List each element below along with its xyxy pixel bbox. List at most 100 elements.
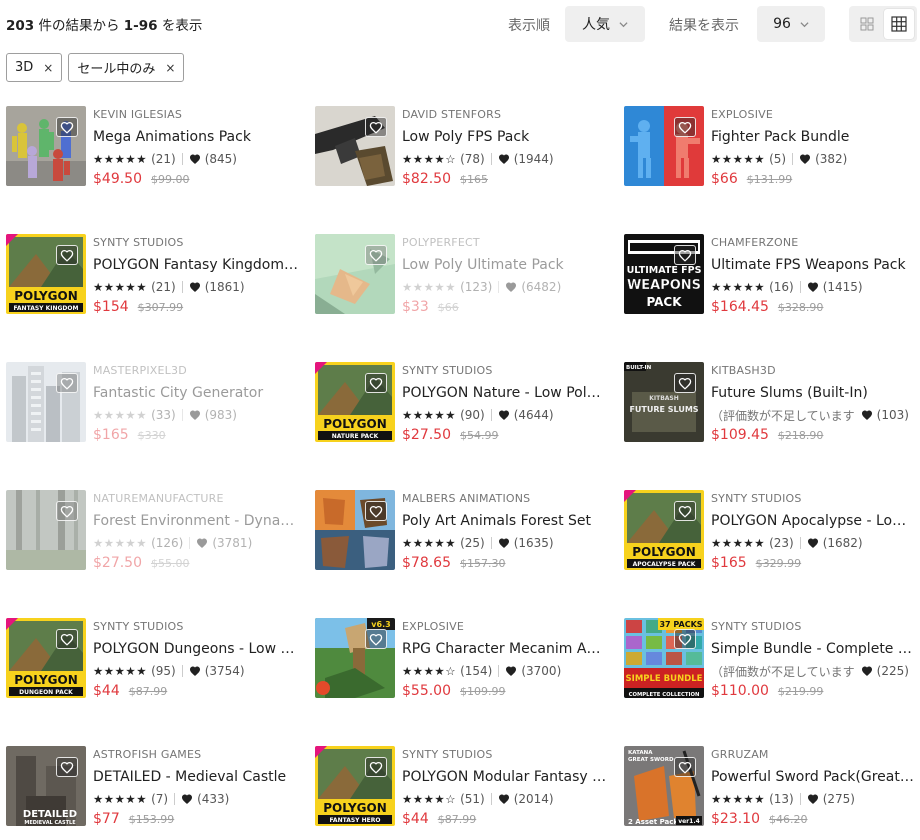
product-card[interactable]: ULTIMATE FPS WEAPONS PACK CHAMFERZONE Ul… <box>618 228 918 328</box>
publisher-name[interactable]: MALBERS ANIMATIONS <box>402 492 607 506</box>
publisher-name[interactable]: SYNTY STUDIOS <box>93 236 298 250</box>
product-card[interactable]: POLYPERFECT Low Poly Ultimate Pack ★★★★★… <box>309 228 609 328</box>
product-thumbnail[interactable]: POLYGON DUNGEON PACK <box>6 618 86 698</box>
product-card[interactable]: MASTERPIXEL3D Fantastic City Generator ★… <box>0 356 300 456</box>
favorite-button[interactable] <box>674 757 696 777</box>
product-card[interactable]: DETAILED MEDIEVAL CASTLE ASTROFISH GAMES… <box>0 740 300 840</box>
product-title[interactable]: Ultimate FPS Weapons Pack <box>711 257 916 275</box>
favorite-button[interactable] <box>365 757 387 777</box>
publisher-name[interactable]: SYNTY STUDIOS <box>711 620 916 634</box>
product-title[interactable]: POLYGON Apocalypse - Low Poly 3D Art by … <box>711 513 916 531</box>
product-card[interactable]: 37 PACKS SIMPLE BUNDLE COMPLETE COLLECTI… <box>618 612 918 712</box>
product-title[interactable]: Simple Bundle - Complete Collection <box>711 641 916 659</box>
publisher-name[interactable]: SYNTY STUDIOS <box>402 748 607 762</box>
product-thumbnail[interactable]: POLYGON NATURE PACK <box>315 362 395 442</box>
favorite-button[interactable] <box>674 373 696 393</box>
close-icon[interactable]: × <box>165 61 175 75</box>
product-title[interactable]: POLYGON Modular Fantasy Hero Characters <box>402 769 607 787</box>
publisher-name[interactable]: ASTROFISH GAMES <box>93 748 298 762</box>
per-page-dropdown[interactable]: 96 <box>757 6 825 42</box>
product-title[interactable]: Mega Animations Pack <box>93 129 298 147</box>
product-card[interactable]: KEVIN IGLESIAS Mega Animations Pack ★★★★… <box>0 100 300 200</box>
publisher-name[interactable]: CHAMFERZONE <box>711 236 916 250</box>
favorite-button[interactable] <box>674 629 696 649</box>
filter-chip-3d[interactable]: 3D × <box>6 53 63 82</box>
product-title[interactable]: POLYGON Dungeons - Low Poly 3D Art by Sy… <box>93 641 298 659</box>
product-thumbnail[interactable]: 37 PACKS SIMPLE BUNDLE COMPLETE COLLECTI… <box>624 618 704 698</box>
product-thumbnail[interactable]: POLYGON FANTASY KINGDOM <box>6 234 86 314</box>
publisher-name[interactable]: DAVID STENFORS <box>402 108 607 122</box>
favorite-button[interactable] <box>674 501 696 521</box>
favorite-button[interactable] <box>56 117 78 137</box>
publisher-name[interactable]: EXPLOSIVE <box>711 108 916 122</box>
product-thumbnail[interactable]: DETAILED MEDIEVAL CASTLE <box>6 746 86 826</box>
product-card[interactable]: POLYGON FANTASY HERO SYNTY STUDIOS POLYG… <box>309 740 609 840</box>
product-thumbnail[interactable]: KATANA GREAT SWORD 2 Asset Pack ver1.4 <box>624 746 704 826</box>
product-title[interactable]: Future Slums (Built-In) <box>711 385 916 403</box>
filter-chip-on-sale[interactable]: セール中のみ × <box>68 53 185 82</box>
product-title[interactable]: Low Poly Ultimate Pack <box>402 257 607 275</box>
publisher-name[interactable]: KEVIN IGLESIAS <box>93 108 298 122</box>
product-card[interactable]: POLYGON DUNGEON PACK SYNTY STUDIOS POLYG… <box>0 612 300 712</box>
close-icon[interactable]: × <box>43 61 53 75</box>
product-title[interactable]: Powerful Sword Pack(Great Sword) <box>711 769 916 787</box>
list-view-button[interactable] <box>884 9 914 39</box>
publisher-name[interactable]: NATUREMANUFACTURE <box>93 492 298 506</box>
product-info: CHAMFERZONE Ultimate FPS Weapons Pack ★★… <box>711 236 916 317</box>
product-thumbnail[interactable]: ULTIMATE FPS WEAPONS PACK <box>624 234 704 314</box>
product-thumbnail[interactable] <box>6 106 86 186</box>
favorite-button[interactable] <box>365 245 387 265</box>
product-thumbnail[interactable] <box>6 490 86 570</box>
favorite-button[interactable] <box>56 245 78 265</box>
publisher-name[interactable]: EXPLOSIVE <box>402 620 607 634</box>
favorite-count: (1635) <box>513 536 554 550</box>
product-title[interactable]: RPG Character Mecanim Animation Pack <box>402 641 607 659</box>
product-title[interactable]: Fighter Pack Bundle <box>711 129 916 147</box>
product-card[interactable]: MALBERS ANIMATIONS Poly Art Animals Fore… <box>309 484 609 584</box>
publisher-name[interactable]: SYNTY STUDIOS <box>711 492 916 506</box>
product-title[interactable]: POLYGON Fantasy Kingdom - Low Poly 3D Ar… <box>93 257 298 275</box>
publisher-name[interactable]: GRRUZAM <box>711 748 916 762</box>
favorite-button[interactable] <box>674 117 696 137</box>
product-thumbnail[interactable]: POLYGON APOCALYPSE PACK <box>624 490 704 570</box>
product-title[interactable]: DETAILED - Medieval Castle <box>93 769 298 787</box>
publisher-name[interactable]: SYNTY STUDIOS <box>402 364 607 378</box>
product-card[interactable]: EXPLOSIVE Fighter Pack Bundle ★★★★★ (5) … <box>618 100 918 200</box>
product-card[interactable]: DAVID STENFORS Low Poly FPS Pack ★★★★☆ (… <box>309 100 609 200</box>
grid-view-button[interactable] <box>852 9 882 39</box>
product-thumbnail[interactable] <box>315 234 395 314</box>
favorite-button[interactable] <box>56 373 78 393</box>
publisher-name[interactable]: MASTERPIXEL3D <box>93 364 298 378</box>
product-card[interactable]: v6.3 EXPLOSIVE RPG Character Mecanim Ani… <box>309 612 609 712</box>
favorite-button[interactable] <box>365 373 387 393</box>
favorite-button[interactable] <box>674 245 696 265</box>
publisher-name[interactable]: KITBASH3D <box>711 364 916 378</box>
favorite-button[interactable] <box>365 501 387 521</box>
product-card[interactable]: POLYGON FANTASY KINGDOM SYNTY STUDIOS PO… <box>0 228 300 328</box>
product-card[interactable]: NATUREMANUFACTURE Forest Environment - D… <box>0 484 300 584</box>
product-thumbnail[interactable] <box>6 362 86 442</box>
favorite-button[interactable] <box>56 629 78 649</box>
product-title[interactable]: Poly Art Animals Forest Set <box>402 513 607 531</box>
product-title[interactable]: POLYGON Nature - Low Poly 3D Art by Synt… <box>402 385 607 403</box>
product-thumbnail[interactable] <box>315 490 395 570</box>
product-thumbnail[interactable]: POLYGON FANTASY HERO <box>315 746 395 826</box>
product-thumbnail[interactable] <box>624 106 704 186</box>
favorite-button[interactable] <box>365 117 387 137</box>
product-title[interactable]: Low Poly FPS Pack <box>402 129 607 147</box>
publisher-name[interactable]: SYNTY STUDIOS <box>93 620 298 634</box>
product-card[interactable]: BUILT-IN KITBASH FUTURE SLUMS KITBASH3D … <box>618 356 918 456</box>
favorite-button[interactable] <box>365 629 387 649</box>
publisher-name[interactable]: POLYPERFECT <box>402 236 607 250</box>
favorite-button[interactable] <box>56 501 78 521</box>
product-thumbnail[interactable]: v6.3 <box>315 618 395 698</box>
product-title[interactable]: Fantastic City Generator <box>93 385 298 403</box>
sort-dropdown[interactable]: 人気 <box>565 6 645 42</box>
product-card[interactable]: POLYGON NATURE PACK SYNTY STUDIOS POLYGO… <box>309 356 609 456</box>
favorite-button[interactable] <box>56 757 78 777</box>
product-card[interactable]: KATANA GREAT SWORD 2 Asset Pack ver1.4 G… <box>618 740 918 840</box>
product-thumbnail[interactable]: BUILT-IN KITBASH FUTURE SLUMS <box>624 362 704 442</box>
product-card[interactable]: POLYGON APOCALYPSE PACK SYNTY STUDIOS PO… <box>618 484 918 584</box>
product-thumbnail[interactable] <box>315 106 395 186</box>
product-title[interactable]: Forest Environment - Dynamic Nature <box>93 513 298 531</box>
